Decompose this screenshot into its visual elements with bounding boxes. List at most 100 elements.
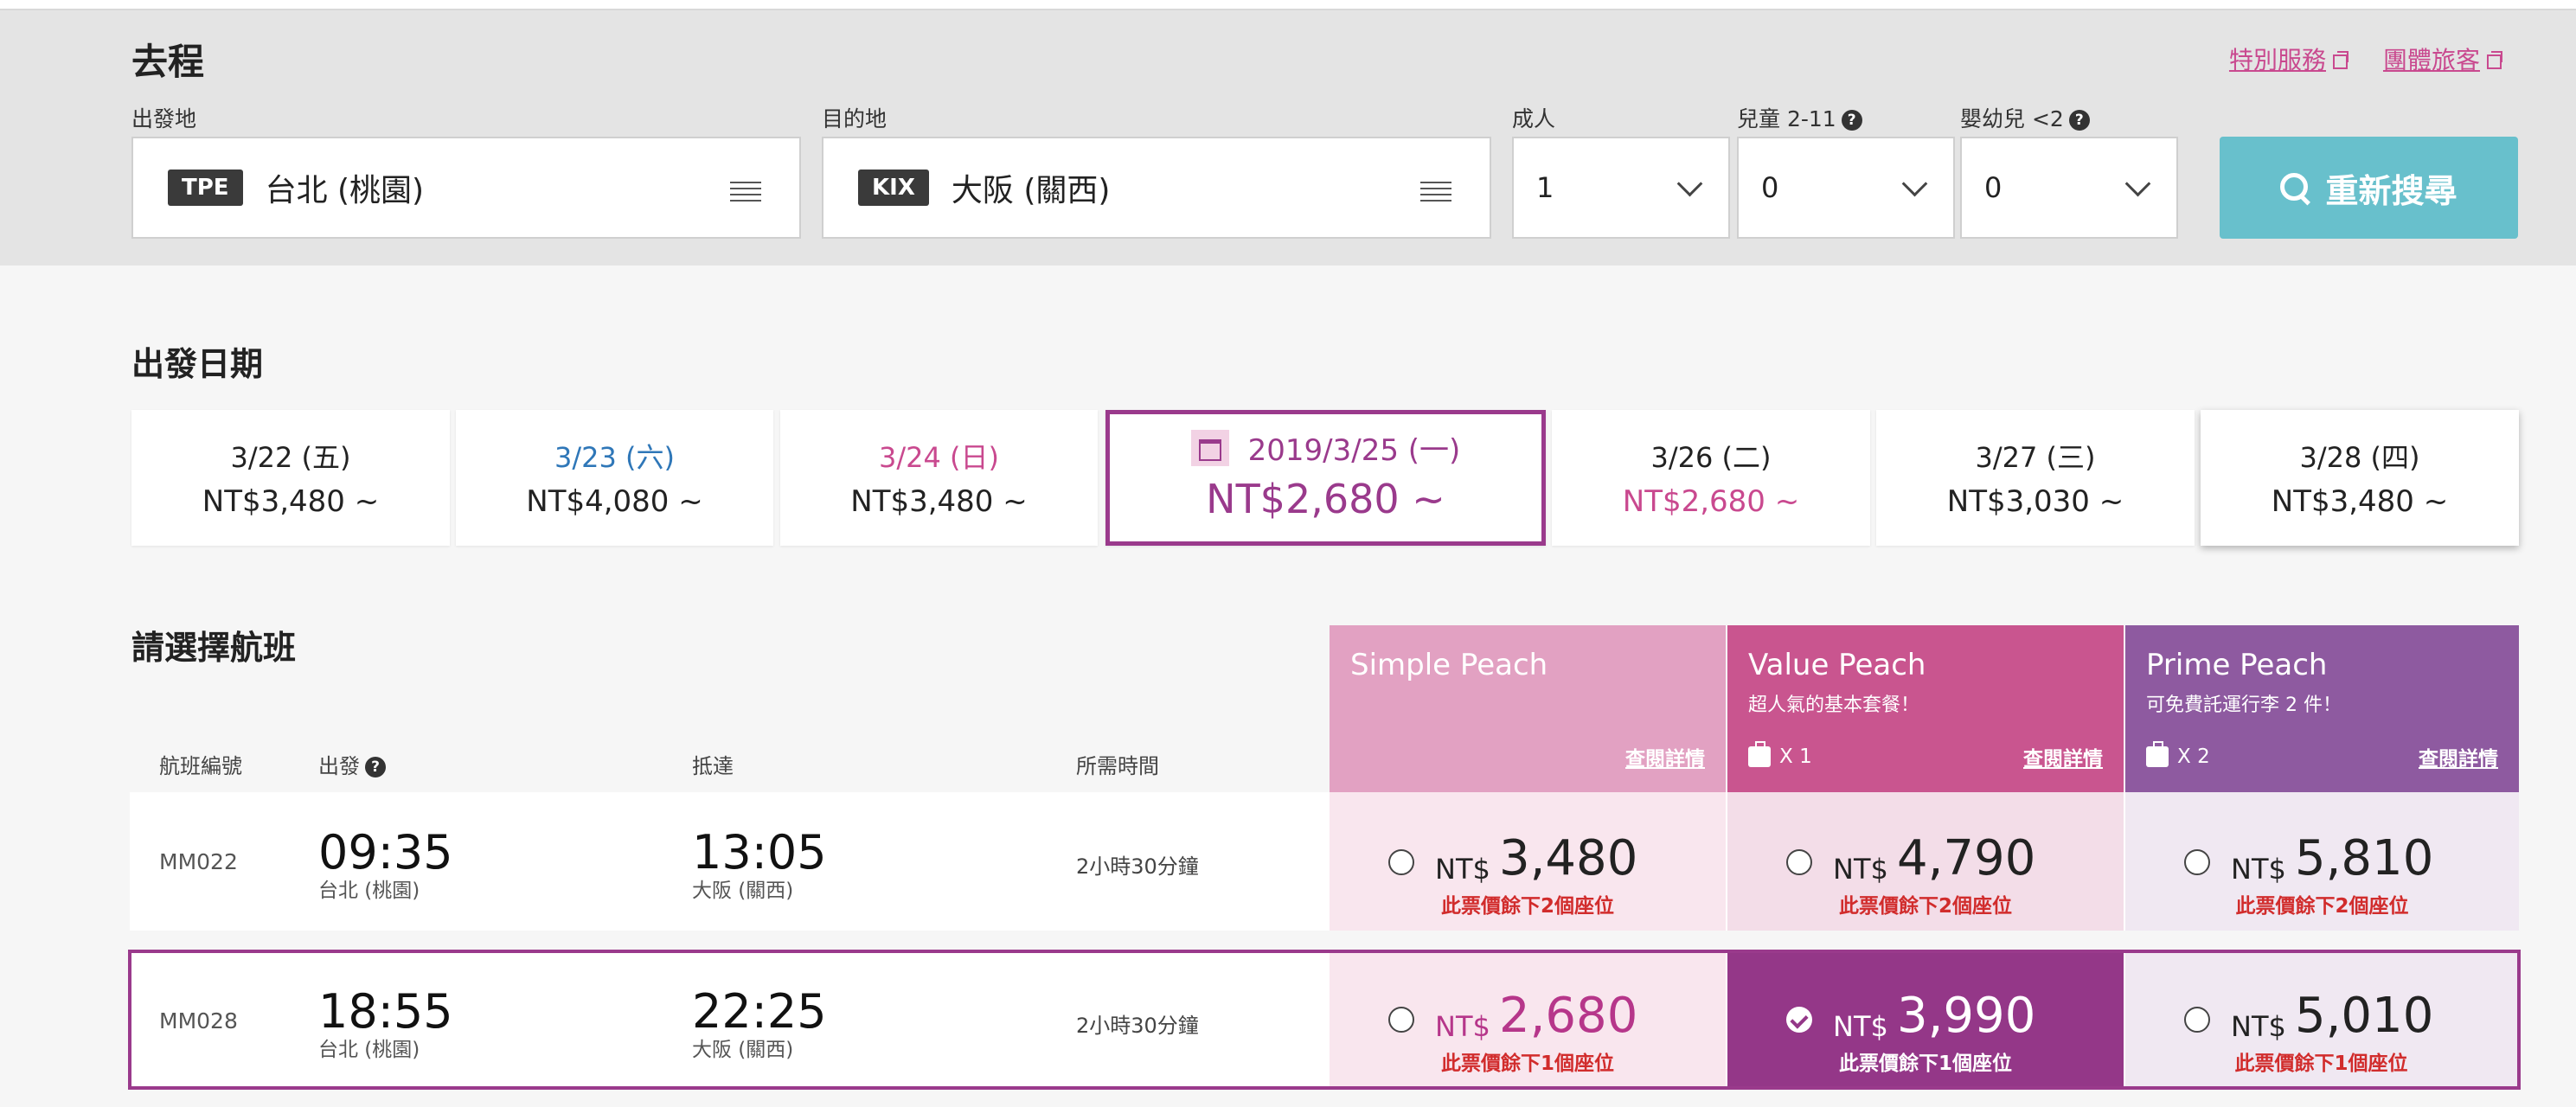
fare-amount: 5,810 [2295, 830, 2434, 886]
depart-city: 台北 (桃園) [318, 1039, 420, 1061]
child-label: 兒童 2-11? [1737, 102, 1862, 133]
radio-button[interactable] [2184, 849, 2210, 875]
child-value: 0 [1761, 171, 1779, 204]
seats-left: 此票價餘下2個座位 [1838, 895, 2012, 918]
fare-amount: 2,680 [1499, 988, 1638, 1044]
origin-field[interactable]: TPE 台北 (桃園) [131, 137, 801, 239]
infant-label-text: 嬰幼兒 <2 [1960, 106, 2064, 131]
destination-label: 目的地 [822, 106, 888, 131]
seats-left: 此票價餘下1個座位 [1440, 1053, 1614, 1075]
date-card[interactable]: 3/24 (日) NT$3,480 ~ [780, 410, 1098, 546]
fare-amount: 3,480 [1499, 830, 1638, 886]
date-label: 3/22 (五) [230, 441, 351, 474]
plan-header-simple: Simple Peach 查閱詳情 [1330, 625, 1726, 792]
date-card[interactable]: 3/22 (五) NT$3,480 ~ [131, 410, 450, 546]
radio-button[interactable] [1786, 849, 1812, 875]
special-service-label: 特別服務 [2228, 46, 2326, 74]
adult-select[interactable]: 1 [1512, 137, 1730, 239]
plan-details-link[interactable]: 查閱詳情 [2419, 742, 2498, 771]
child-label-text: 兒童 2-11 [1737, 106, 1836, 131]
plan-subtitle: 可免費託運行李 2 件！ [2146, 694, 2342, 716]
fare-option[interactable]: NT$ 5,810 此票價餘下2個座位 [2125, 792, 2519, 931]
fare-option-selected[interactable]: NT$ 3,990 此票價餘下1個座位 [1727, 953, 2124, 1086]
plan-subtitle: 超人氣的基本套餐！ [1748, 694, 1920, 716]
col-depart: 出發? [318, 749, 386, 779]
bag-count: X 2 [2177, 745, 2210, 768]
luggage-icon [1748, 741, 1771, 767]
child-select[interactable]: 0 [1737, 137, 1955, 239]
date-price: NT$3,480 ~ [850, 484, 1028, 519]
top-border [0, 0, 2576, 10]
group-travel-link[interactable]: 團體旅客 [2383, 42, 2502, 76]
radio-button[interactable] [1388, 1007, 1414, 1033]
date-card[interactable]: 3/27 (三) NT$3,030 ~ [1876, 410, 2195, 546]
fare-currency: NT$ [1435, 1010, 1490, 1043]
search-icon [2280, 173, 2310, 202]
fare-option[interactable]: NT$ 2,680 此票價餘下1個座位 [1330, 953, 1726, 1086]
seats-left: 此票價餘下1個座位 [1838, 1053, 2012, 1075]
fare-option[interactable]: NT$ 3,480 此票價餘下2個座位 [1330, 792, 1726, 931]
list-icon[interactable] [730, 182, 761, 206]
fare-currency: NT$ [2231, 853, 2286, 886]
arrive-city: 大阪 (關西) [692, 880, 794, 902]
col-flight-no: 航班編號 [159, 754, 242, 778]
plan-details-link[interactable]: 查閱詳情 [2023, 742, 2103, 771]
list-icon[interactable] [1420, 182, 1451, 206]
plan-header-value: Value Peach 超人氣的基本套餐！ X 1 查閱詳情 [1727, 625, 2124, 792]
date-price: NT$4,080 ~ [526, 484, 703, 519]
header-links: 特別服務 團體旅客 [2229, 42, 2502, 76]
fare-amount: 5,010 [2295, 988, 2434, 1044]
date-label: 3/23 (六) [554, 441, 675, 474]
flight-number: MM028 [159, 1008, 238, 1033]
chevron-down-icon [1676, 170, 1703, 197]
date-price: NT$3,480 ~ [202, 484, 380, 519]
depart-time: 18:55 [318, 984, 453, 1039]
date-card[interactable]: 3/26 (二) NT$2,680 ~ [1552, 410, 1870, 546]
luggage-icon [2146, 741, 2169, 767]
external-link-icon [2487, 51, 2502, 69]
help-icon[interactable]: ? [2068, 110, 2090, 131]
plan-header-prime: Prime Peach 可免費託運行李 2 件！ X 2 查閱詳情 [2125, 625, 2519, 792]
arrive-time: 13:05 [692, 825, 827, 880]
help-icon[interactable]: ? [365, 757, 386, 777]
date-card[interactable]: 3/28 (四) NT$3,480 ~ [2201, 410, 2519, 546]
date-price: NT$3,480 ~ [2271, 484, 2449, 519]
date-price: NT$3,030 ~ [1946, 484, 2124, 519]
infant-select[interactable]: 0 [1960, 137, 2178, 239]
search-button[interactable]: 重新搜尋 [2220, 137, 2518, 239]
date-card[interactable]: 3/23 (六) NT$4,080 ~ [456, 410, 773, 546]
destination-name: 大阪 (關西) [951, 173, 1111, 208]
fare-option[interactable]: NT$ 4,790 此票價餘下2個座位 [1727, 792, 2124, 931]
adult-label: 成人 [1512, 106, 1556, 131]
date-label: 2019/3/25 (一) [1247, 433, 1461, 468]
date-label: 3/27 (三) [1975, 441, 2096, 474]
destination-field[interactable]: KIX 大阪 (關西) [822, 137, 1491, 239]
fare-option[interactable]: NT$ 5,010 此票價餘下1個座位 [2125, 953, 2517, 1086]
fare-currency: NT$ [2231, 1010, 2286, 1043]
plan-details-link[interactable]: 查閱詳情 [1625, 742, 1705, 771]
seats-left: 此票價餘下2個座位 [1440, 895, 1614, 918]
date-label: 3/28 (四) [2299, 441, 2420, 474]
chevron-down-icon [2124, 170, 2151, 197]
fare-currency: NT$ [1833, 1010, 1888, 1043]
check-icon[interactable] [1786, 1007, 1812, 1033]
arrive-time: 22:25 [692, 984, 827, 1039]
radio-button[interactable] [1388, 849, 1414, 875]
plan-name: Value Peach [1748, 648, 1926, 682]
fare-amount: 4,790 [1897, 830, 2036, 886]
adult-value: 1 [1536, 171, 1554, 204]
date-price: NT$2,680 ~ [1622, 484, 1800, 519]
date-card-selected[interactable]: 2019/3/25 (一) NT$2,680 ~ [1105, 410, 1546, 546]
fare-amount: 3,990 [1897, 988, 2036, 1044]
flight-row: MM022 09:35 台北 (桃園) 13:05 大阪 (關西) 2小時30分… [130, 792, 2519, 931]
flight-duration: 2小時30分鐘 [1076, 1014, 1199, 1038]
origin-code: TPE [168, 170, 243, 206]
col-arrive: 抵達 [692, 754, 734, 778]
plan-name: Prime Peach [2146, 648, 2328, 682]
radio-button[interactable] [2184, 1007, 2210, 1033]
fare-currency: NT$ [1833, 853, 1888, 886]
help-icon[interactable]: ? [1841, 110, 1862, 131]
special-service-link[interactable]: 特別服務 [2229, 42, 2349, 76]
infant-label: 嬰幼兒 <2? [1960, 102, 2090, 133]
origin-name: 台北 (桃園) [265, 173, 425, 208]
